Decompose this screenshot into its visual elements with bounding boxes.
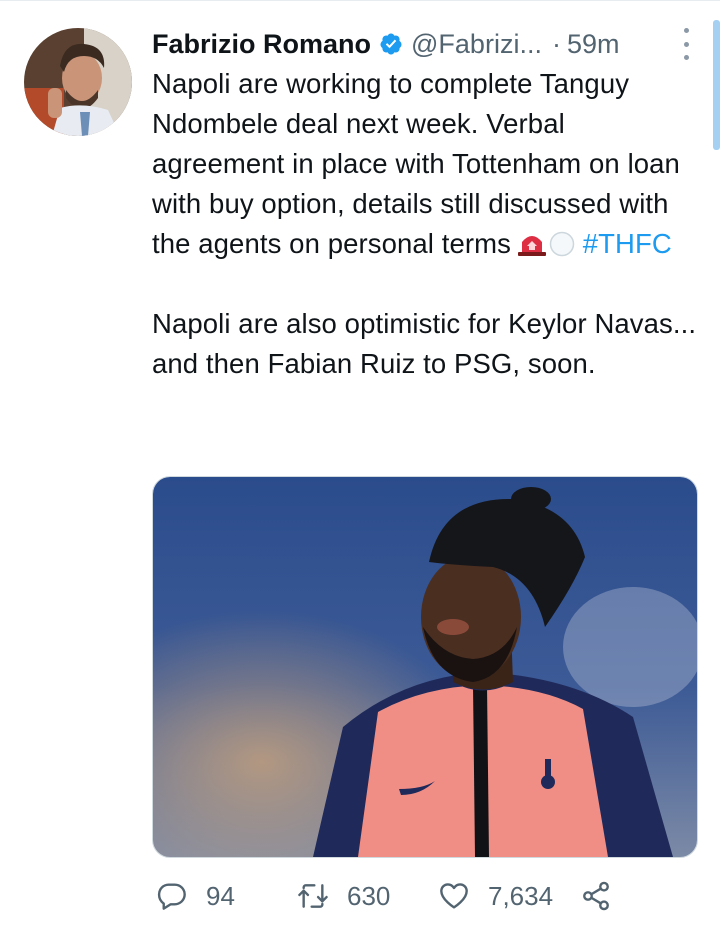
scrollbar[interactable] [713,20,720,150]
tweet-text: Napoli are working to complete Tanguy Nd… [152,64,697,384]
tweet-paragraph-2: Napoli are also optimistic for Keylor Na… [152,308,697,379]
like-icon [440,883,468,909]
retweet-icon [298,884,328,908]
share-icon [583,881,609,911]
reply-icon [157,883,186,910]
verified-icon [379,32,403,56]
more-icon[interactable] [680,28,692,60]
tweet-media-image[interactable] [152,476,698,858]
author-handle[interactable]: @Fabrizi... [411,29,542,60]
retweet-count: 630 [347,880,391,911]
avatar[interactable] [24,28,132,136]
timestamp[interactable]: 59m [567,29,620,60]
separator-dot: · [551,28,561,59]
player-photo [153,477,697,857]
tweet-actions: 94 630 7,634 [152,872,622,920]
like-button[interactable]: 7,634 [438,872,553,920]
avatar-photo [24,28,132,136]
tweet-paragraph-1: Napoli are working to complete Tanguy Nd… [152,64,697,264]
author-display-name[interactable]: Fabrizio Romano [152,29,371,60]
hashtag-link[interactable]: #THFC [583,228,672,259]
police-light-emoji-icon [517,227,547,256]
retweet-button[interactable]: 630 [297,872,390,920]
top-divider [0,0,720,1]
reply-button[interactable]: 94 [156,872,235,920]
tweet-header: Fabrizio Romano @Fabrizi... · 59m [152,24,692,64]
reply-count: 94 [206,880,235,911]
share-button[interactable] [580,872,612,920]
like-count: 7,634 [488,880,554,911]
white-circle-emoji-icon [549,228,575,257]
